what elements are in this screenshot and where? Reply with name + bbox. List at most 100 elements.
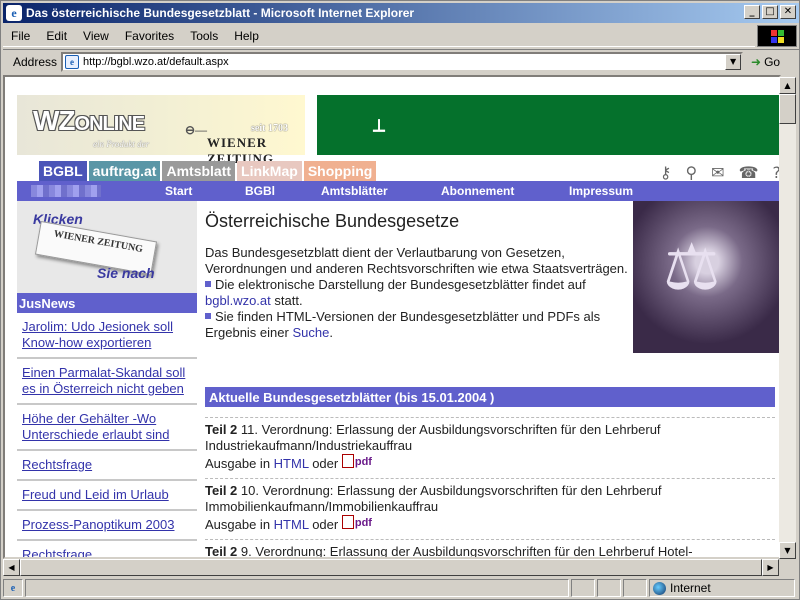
- justitia-scales-icon: ⚖: [663, 231, 721, 305]
- aktuell-heading: Aktuelle Bundesgesetzblätter (bis 15.01.…: [205, 387, 775, 407]
- list-item: Teil 2 9. Verordnung: Erlassung der Ausb…: [205, 539, 775, 559]
- green-ad-banner[interactable]: ⟂: [317, 95, 779, 155]
- menu-bar: File Edit View Favorites Tools Help: [3, 25, 755, 47]
- entry-text: 9. Verordnung: Erlassung der Ausbildungs…: [240, 544, 693, 559]
- menu-favorites[interactable]: Favorites: [117, 29, 182, 43]
- html-link[interactable]: HTML: [274, 456, 313, 471]
- entries-list: Teil 2 11. Verordnung: Erlassung der Aus…: [205, 417, 775, 559]
- news-link[interactable]: Rechtsfrage: [22, 457, 92, 472]
- scroll-up-button[interactable]: ▲: [779, 77, 796, 94]
- globe-icon: [653, 581, 666, 595]
- tab-auftrag[interactable]: auftrag.at: [88, 161, 161, 181]
- pdf-link[interactable]: pdf: [341, 454, 372, 468]
- news-link[interactable]: Freud und Leid im Urlaub: [22, 487, 169, 502]
- browser-window: e Das österreichische Bundesgesetzblatt …: [0, 0, 800, 600]
- intro-text: Das Bundesgesetzblatt dient der Verlautb…: [205, 245, 629, 341]
- menu-edit[interactable]: Edit: [38, 29, 75, 43]
- nav-abonnement[interactable]: Abonnement: [441, 184, 514, 198]
- list-item: Prozess-Panoptikum 2003: [17, 511, 197, 541]
- phone-icon[interactable]: ☎: [739, 163, 759, 182]
- wzonline-logo: WZONLINE: [33, 105, 145, 136]
- entry-teil: Teil 2: [205, 422, 238, 437]
- scroll-down-button[interactable]: ▼: [779, 542, 796, 559]
- nav-bgbl[interactable]: BGBl: [245, 184, 275, 198]
- go-button[interactable]: ➜ Go: [751, 55, 780, 69]
- bgbl-link[interactable]: bgbl.wzo.at: [205, 293, 271, 308]
- vertical-scroll-thumb[interactable]: [779, 94, 796, 124]
- list-item: Rechtsfrage: [17, 541, 197, 557]
- logo-link-icon: ⊖—: [185, 123, 208, 137]
- bullet2-text: Sie finden HTML-Versionen der Bundesgese…: [205, 309, 601, 340]
- date-blurred: [31, 185, 101, 197]
- menu-file[interactable]: File: [3, 29, 38, 43]
- address-label: Address: [13, 54, 58, 69]
- logo-subtitle: ein Produkt der: [93, 139, 150, 149]
- nav-impressum[interactable]: Impressum: [569, 184, 633, 198]
- intro-paragraph: Das Bundesgesetzblatt dient der Verlautb…: [205, 245, 628, 276]
- left-column: Klicken WIENER ZEITUNG Sie nach JusNews …: [17, 201, 197, 557]
- minimize-button[interactable]: _: [744, 5, 760, 19]
- tab-bgbl[interactable]: BGBL: [39, 161, 87, 181]
- status-cell: [623, 579, 647, 597]
- address-input[interactable]: e http://bgbl.wzo.at/default.aspx ▼: [61, 51, 744, 72]
- go-arrow-icon: ➜: [751, 54, 762, 69]
- wzonline-banner[interactable]: WZONLINE ein Produkt der ⊖— seit 1703 WI…: [17, 95, 305, 166]
- windows-flag-icon: [757, 25, 797, 47]
- pen-figure-icon: ⟂: [373, 115, 386, 136]
- pdf-icon: [341, 454, 354, 468]
- key-icon[interactable]: ⚷: [660, 163, 672, 182]
- tab-amtsblatt[interactable]: Amtsblatt: [162, 161, 236, 181]
- scroll-corner: [779, 559, 796, 576]
- ie-logo-icon: e: [6, 5, 22, 21]
- news-link[interactable]: Jarolim: Udo Jesionek soll Know-how expo…: [22, 319, 173, 350]
- web-page: WZONLINE ein Produkt der ⊖— seit 1703 WI…: [17, 95, 779, 559]
- close-button[interactable]: ✕: [780, 5, 796, 19]
- entry-ausgabe: Ausgabe in: [205, 456, 274, 471]
- address-url: http://bgbl.wzo.at/default.aspx: [83, 55, 229, 68]
- jusnews-heading: JusNews: [17, 293, 197, 313]
- suche-link[interactable]: Suche: [292, 325, 329, 340]
- tool-icons: ⚷ ⚲ ✉ ☎ ?: [660, 163, 779, 182]
- scroll-right-button[interactable]: ▶: [762, 559, 779, 576]
- html-link[interactable]: HTML: [274, 517, 313, 532]
- nav-start[interactable]: Start: [165, 184, 192, 198]
- seit-label: seit 1703: [251, 123, 288, 134]
- news-link[interactable]: Rechtsfrage: [22, 547, 92, 557]
- status-cell: [597, 579, 621, 597]
- mail-icon[interactable]: ✉: [711, 163, 724, 182]
- entry-text: 11. Verordnung: Erlassung der Ausbildung…: [205, 422, 661, 453]
- bullet-icon: [205, 313, 211, 319]
- vertical-scrollbar[interactable]: ▲ ▼: [779, 77, 796, 559]
- list-item: Einen Parmalat-Skandal soll es in Österr…: [17, 359, 197, 405]
- list-item: Rechtsfrage: [17, 451, 197, 481]
- maximize-button[interactable]: □: [762, 5, 778, 19]
- nav-amtsblaetter[interactable]: Amtsblätter: [321, 184, 388, 198]
- jusnews-list: Jarolim: Udo Jesionek soll Know-how expo…: [17, 313, 197, 557]
- list-item: Jarolim: Udo Jesionek soll Know-how expo…: [17, 313, 197, 359]
- list-item: Teil 2 11. Verordnung: Erlassung der Aus…: [205, 417, 775, 478]
- tab-linkmap[interactable]: LinkMap: [237, 161, 302, 181]
- horizontal-scroll-thumb[interactable]: [20, 559, 762, 576]
- list-item: Höhe der Gehälter -Wo Unterschiede erlau…: [17, 405, 197, 451]
- klicken-promo[interactable]: Klicken WIENER ZEITUNG Sie nach: [17, 201, 197, 293]
- menu-tools[interactable]: Tools: [182, 29, 226, 43]
- tab-shopping[interactable]: Shopping: [303, 161, 377, 181]
- news-link[interactable]: Höhe der Gehälter -Wo Unterschiede erlau…: [22, 411, 169, 442]
- news-link[interactable]: Einen Parmalat-Skandal soll es in Österr…: [22, 365, 185, 396]
- scroll-left-button[interactable]: ◀: [3, 559, 20, 576]
- bullet1-text: Die elektronische Darstellung der Bundes…: [215, 277, 586, 292]
- horizontal-scrollbar[interactable]: ◀ ▶: [3, 559, 779, 576]
- menu-view[interactable]: View: [75, 29, 117, 43]
- justitia-image: ⚖: [633, 201, 779, 353]
- search-icon[interactable]: ⚲: [685, 163, 697, 182]
- status-bar: e Internet: [3, 577, 799, 599]
- bullet-icon: [205, 281, 211, 287]
- status-text: [25, 579, 569, 597]
- entry-oder: oder: [312, 456, 339, 471]
- menu-help[interactable]: Help: [226, 29, 267, 43]
- title-bar[interactable]: e Das österreichische Bundesgesetzblatt …: [3, 3, 799, 23]
- news-link[interactable]: Prozess-Panoptikum 2003: [22, 517, 174, 532]
- pdf-link[interactable]: pdf: [341, 515, 372, 529]
- address-dropdown-button[interactable]: ▼: [725, 53, 742, 70]
- bullet1-post: statt.: [270, 293, 303, 308]
